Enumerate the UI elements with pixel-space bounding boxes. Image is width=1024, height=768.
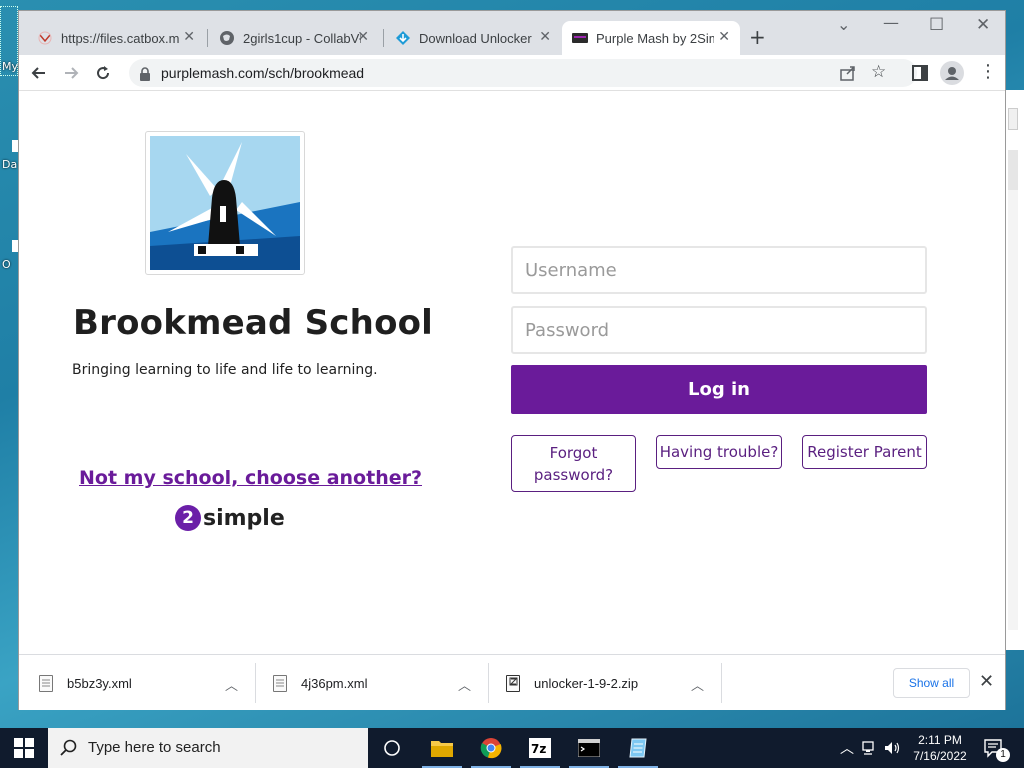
download-filename: unlocker-1-9-2.zip: [534, 675, 639, 691]
tab-title: 2girls1cup - CollabVM: [243, 30, 361, 46]
close-icon[interactable]: ✕: [539, 29, 551, 45]
close-icon[interactable]: ✕: [183, 29, 195, 45]
tab-strip: https://files.catbox.m ✕ 2girls1cup - Co…: [19, 11, 1005, 55]
tab-separator: [383, 29, 384, 47]
chrome-icon[interactable]: [467, 728, 515, 768]
register-parent-button[interactable]: Register Parent: [802, 435, 927, 469]
svg-text:7z: 7z: [531, 742, 546, 756]
taskbar-search-box[interactable]: Type here to search: [48, 728, 368, 768]
school-logo: [145, 131, 305, 275]
having-trouble-button[interactable]: Having trouble?: [656, 435, 782, 469]
close-icon[interactable]: ✕: [718, 29, 730, 45]
reload-icon[interactable]: [91, 61, 115, 85]
username-input[interactable]: [511, 246, 927, 294]
tab-search-chevron-icon[interactable]: ⌄: [837, 15, 850, 34]
network-icon[interactable]: [862, 740, 878, 760]
download-shelf: b5bz3y.xml ︿ 4j36pm.xml ︿ unlocker-1-9-2…: [19, 654, 1005, 710]
notepad-icon[interactable]: [614, 728, 662, 768]
tab-collabvm[interactable]: 2girls1cup - CollabVM ✕: [209, 21, 379, 55]
globe-icon: [219, 30, 235, 46]
new-tab-button[interactable]: +: [749, 25, 766, 49]
tray-chevron-up-icon[interactable]: ︿: [840, 738, 854, 758]
maximize-button[interactable]: ☐: [929, 15, 944, 35]
close-window-button[interactable]: ✕: [976, 15, 990, 35]
2simple-word: simple: [203, 505, 285, 531]
kebab-menu-icon[interactable]: ⋮: [979, 61, 997, 82]
file-explorer-icon[interactable]: [418, 728, 466, 768]
scrollbar-track[interactable]: [1008, 190, 1018, 630]
tab-separator: [207, 29, 208, 47]
tab-title: https://files.catbox.m: [61, 30, 179, 46]
download-filename: 4j36pm.xml: [301, 675, 368, 691]
download-divider: [255, 663, 256, 703]
page-content: Brookmead School Bringing learning to li…: [19, 91, 1005, 654]
volume-icon[interactable]: [884, 740, 902, 760]
school-tagline: Bringing learning to life and life to le…: [72, 362, 378, 378]
windows-taskbar: Type here to search 7z ︿ 2:11 PM 7/16/20…: [0, 728, 1024, 768]
desktop-icon-label[interactable]: My: [2, 60, 18, 73]
download-item[interactable]: unlocker-1-9-2.zip: [506, 655, 638, 711]
start-button[interactable]: [0, 728, 48, 768]
browser-window: https://files.catbox.m ✕ 2girls1cup - Co…: [18, 10, 1006, 710]
side-panel-icon[interactable]: [912, 65, 928, 85]
purple-mash-icon: [572, 30, 588, 46]
tab-download-unlocker[interactable]: Download Unlocker ✕: [385, 21, 561, 55]
xml-file-icon: [273, 674, 287, 692]
desktop-icon-label[interactable]: O: [2, 258, 11, 271]
lock-icon[interactable]: [139, 66, 151, 85]
download-divider: [721, 663, 722, 703]
browser-toolbar: purplemash.com/sch/brookmead ☆ ⋮: [19, 55, 1005, 91]
minimize-button[interactable]: —: [883, 13, 899, 32]
tab-title: Purple Mash by 2Sim: [596, 30, 714, 46]
password-input[interactable]: [511, 306, 927, 354]
url-text[interactable]: purplemash.com/sch/brookmead: [161, 65, 364, 81]
download-filename: b5bz3y.xml: [67, 675, 132, 691]
chevron-up-icon[interactable]: ︿: [225, 675, 238, 694]
search-placeholder: Type here to search: [88, 739, 221, 756]
chevron-up-icon[interactable]: ︿: [458, 675, 471, 694]
forward-arrow-icon[interactable]: [59, 61, 83, 85]
school-name: Brookmead School: [73, 303, 434, 343]
bookmark-star-icon[interactable]: ☆: [871, 62, 886, 82]
login-button[interactable]: Log in: [511, 365, 927, 414]
taskbar-clock[interactable]: 2:11 PM 7/16/2022: [908, 732, 972, 764]
close-icon[interactable]: ✕: [979, 671, 994, 692]
profile-avatar-icon[interactable]: [940, 61, 964, 85]
task-view-icon[interactable]: [368, 728, 416, 768]
tab-catbox[interactable]: https://files.catbox.m ✕: [27, 21, 205, 55]
close-icon[interactable]: ✕: [357, 29, 369, 45]
choose-another-school-link[interactable]: Not my school, choose another?: [79, 467, 422, 489]
tab-title: Download Unlocker: [419, 30, 532, 46]
download-item[interactable]: 4j36pm.xml: [273, 655, 367, 711]
download-divider: [488, 663, 489, 703]
2simple-circle: 2: [175, 505, 201, 531]
back-arrow-icon[interactable]: [27, 61, 51, 85]
cmd-icon[interactable]: [565, 728, 613, 768]
desktop-left-edge: My Da O: [0, 0, 18, 728]
notification-count-badge: 1: [996, 748, 1010, 762]
clock-date: 7/16/2022: [913, 749, 967, 763]
share-icon[interactable]: [839, 64, 857, 86]
windows-logo-icon: [14, 738, 34, 758]
windmill-icon: [150, 136, 300, 270]
download-item[interactable]: b5bz3y.xml: [39, 655, 132, 711]
zip-file-icon: [506, 674, 520, 692]
scrollbar-up[interactable]: [1008, 108, 1018, 130]
background-window-edge: [1006, 90, 1024, 650]
desktop-icon-label[interactable]: Da: [2, 158, 17, 171]
search-icon: [60, 739, 77, 756]
show-all-downloads-button[interactable]: Show all: [893, 668, 970, 698]
download-diamond-icon: [395, 30, 411, 46]
address-bar[interactable]: purplemash.com/sch/brookmead ☆: [129, 59, 917, 87]
chevron-up-icon[interactable]: ︿: [691, 675, 704, 694]
catbox-icon: [37, 30, 53, 46]
clock-time: 2:11 PM: [918, 733, 962, 747]
2simple-logo: 2 simple: [175, 504, 285, 532]
tab-purple-mash[interactable]: Purple Mash by 2Sim ✕: [562, 21, 740, 55]
forgot-password-button[interactable]: Forgot password?: [511, 435, 636, 492]
7zip-icon[interactable]: 7z: [516, 728, 564, 768]
xml-file-icon: [39, 674, 53, 692]
scrollbar-thumb[interactable]: [1008, 150, 1018, 190]
